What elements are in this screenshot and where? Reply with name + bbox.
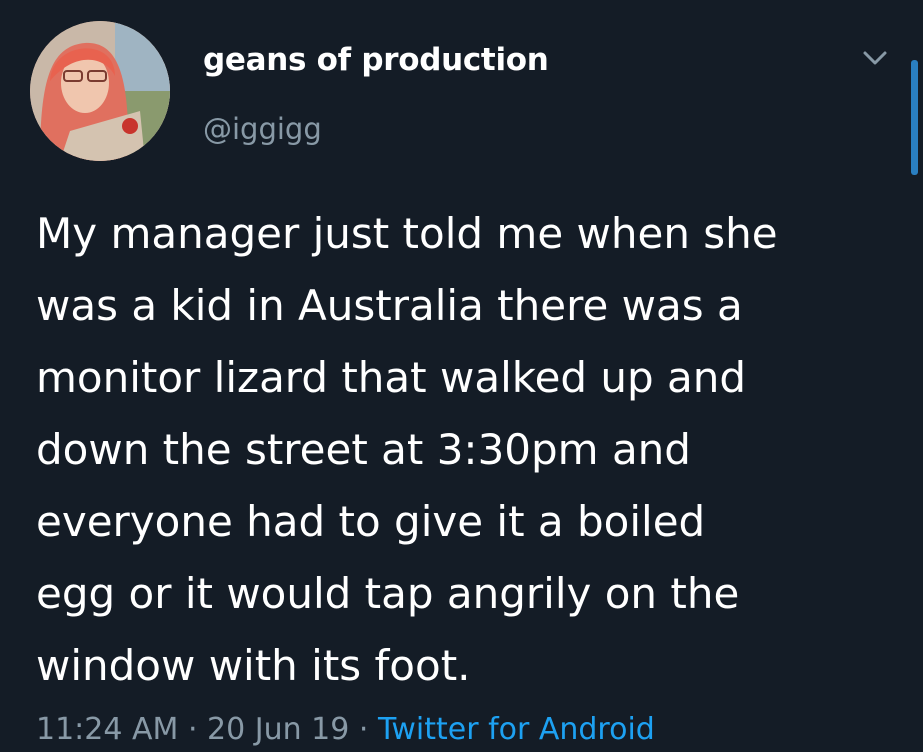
tweet-line: window with its foot. bbox=[36, 641, 471, 690]
scrollbar[interactable] bbox=[911, 60, 918, 175]
avatar-image bbox=[30, 21, 170, 161]
tweet-line: everyone had to give it a boiled bbox=[36, 497, 706, 546]
tweet-time[interactable]: 11:24 AM bbox=[36, 712, 178, 747]
tweet-source-link[interactable]: Twitter for Android bbox=[378, 712, 655, 747]
tweet-meta: 11:24 AM · 20 Jun 19 · Twitter for Andro… bbox=[36, 712, 655, 747]
chevron-down-icon[interactable] bbox=[862, 48, 888, 68]
display-name[interactable]: geans of production bbox=[203, 42, 549, 78]
meta-separator: · bbox=[187, 712, 198, 747]
tweet-line: My manager just told me when she bbox=[36, 209, 778, 258]
tweet-line: egg or it would tap angrily on the bbox=[36, 569, 740, 618]
tweet-line: was a kid in Australia there was a bbox=[36, 281, 743, 330]
avatar[interactable] bbox=[30, 21, 170, 161]
tweet-card: geans of production @iggigg My manager j… bbox=[0, 0, 923, 752]
user-handle[interactable]: @iggigg bbox=[203, 112, 322, 146]
meta-separator: · bbox=[358, 712, 369, 747]
tweet-text: My manager just told me when she was a k… bbox=[36, 198, 886, 702]
tweet-date[interactable]: 20 Jun 19 bbox=[207, 712, 349, 747]
tweet-line: down the street at 3:30pm and bbox=[36, 425, 691, 474]
tweet-line: monitor lizard that walked up and bbox=[36, 353, 747, 402]
